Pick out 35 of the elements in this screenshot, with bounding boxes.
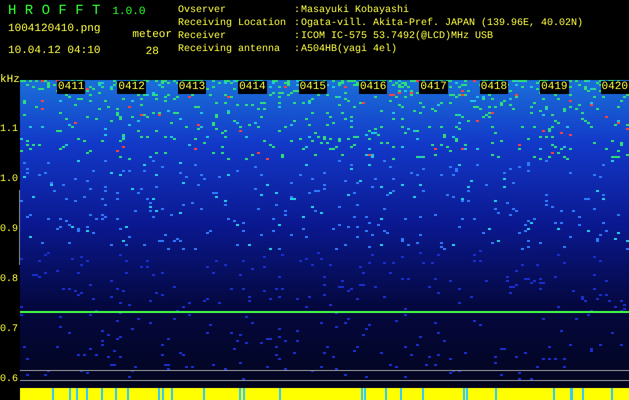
- info-separator: :: [294, 30, 301, 43]
- app-title: H R O F F T: [8, 3, 100, 19]
- file-name: 1004120410.png: [8, 23, 100, 36]
- time-label: 0416: [358, 81, 388, 94]
- axis-label: 1.1: [0, 124, 18, 135]
- info-value: Ogata-vill. Akita-Pref. JAPAN (139.96E, 40.02N): [301, 17, 584, 30]
- axis-label: 0.9: [0, 224, 18, 235]
- axis-label: 0.8: [0, 274, 18, 285]
- time-label: 0419: [540, 81, 569, 94]
- time-label: 0412: [117, 81, 146, 94]
- info-value: ICOM IC-575 53.7492(@LCD)MHz USB: [301, 30, 494, 43]
- time-label: 0417: [419, 81, 448, 94]
- time-label: 0414: [238, 81, 267, 94]
- axis-label: 0.7: [0, 324, 18, 335]
- info-label: Ovserver: [178, 4, 228, 17]
- time-label: 0415: [298, 81, 327, 94]
- time-label: 0413: [178, 81, 206, 94]
- date-time: 10.04.12 04:10: [8, 45, 100, 58]
- time-label: 0418: [480, 81, 508, 94]
- info-label: Receiving antenna: [178, 43, 282, 56]
- axis-label: 1.0: [0, 174, 18, 185]
- counter-label: meteor: [132, 29, 172, 42]
- axis-unit: kHz: [0, 74, 20, 87]
- time-label: 0411: [57, 81, 86, 94]
- app-version: 1.0.0: [112, 6, 146, 19]
- info-separator: :: [294, 17, 301, 30]
- info-separator: :: [294, 43, 301, 56]
- axis-label: 0.6: [0, 374, 18, 385]
- counter-value: 28: [146, 46, 159, 59]
- info-value: A504HB(yagi 4el): [301, 43, 398, 56]
- info-label: Receiver: [178, 30, 228, 43]
- time-label: 0420: [600, 81, 629, 94]
- info-label: Receiving Location: [178, 17, 288, 30]
- info-value: Masayuki Kobayashi: [301, 4, 410, 17]
- info-separator: :: [294, 4, 301, 17]
